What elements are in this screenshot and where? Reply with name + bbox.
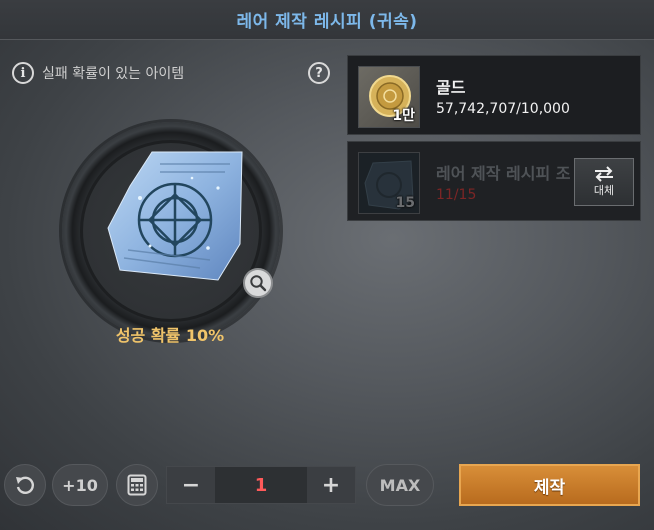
fail-probability-text: 실패 확률이 있는 아이템	[42, 66, 185, 82]
zoom-button[interactable]	[243, 268, 273, 298]
quantity-stepper: − 1 +	[166, 466, 356, 504]
increase-button[interactable]: +	[307, 467, 355, 503]
bottom-controls: +10 − 1 + MAX 제작	[0, 464, 654, 510]
material-name-recipe: 레어 제작 레시피 조	[436, 164, 571, 183]
craft-button[interactable]: 제작	[459, 464, 640, 506]
quantity-input[interactable]: 1	[215, 467, 307, 503]
window-header: 레어 제작 레시피 (귀속)	[0, 0, 654, 40]
material-row-recipe: 15 레어 제작 레시피 조 11/15 대체	[347, 141, 641, 221]
material-name-gold: 골드	[436, 78, 466, 97]
plus-ten-button[interactable]: +10	[52, 464, 108, 506]
magnifier-icon	[250, 275, 267, 292]
max-button[interactable]: MAX	[366, 464, 434, 506]
swap-arrows-icon	[595, 166, 613, 182]
decrease-button[interactable]: −	[167, 467, 215, 503]
recipe-fragment-icon[interactable]: 15	[358, 152, 420, 214]
replace-button[interactable]: 대체	[574, 158, 634, 206]
calculator-button[interactable]	[116, 464, 158, 506]
material-row-gold: 1만 골드 57,742,707/10,000	[347, 55, 641, 135]
success-rate: 성공 확률 10%	[115, 326, 225, 345]
calculator-icon	[127, 474, 147, 496]
gold-coin-icon[interactable]: 1만	[358, 66, 420, 128]
fail-probability-note: i 실패 확률이 있는 아이템	[12, 62, 184, 84]
material-count-recipe: 11/15	[436, 187, 477, 203]
replace-label: 대체	[593, 184, 615, 197]
recipe-item-image	[107, 151, 243, 281]
help-icon[interactable]: ?	[308, 62, 330, 84]
reset-button[interactable]	[4, 464, 46, 506]
info-icon[interactable]: i	[12, 62, 34, 84]
window-title: 레어 제작 레시피 (귀속)	[236, 12, 418, 32]
recipe-quantity-badge: 15	[395, 195, 415, 211]
material-count-gold: 57,742,707/10,000	[436, 101, 570, 117]
gold-quantity-badge: 1만	[392, 108, 415, 124]
undo-icon	[16, 476, 34, 494]
